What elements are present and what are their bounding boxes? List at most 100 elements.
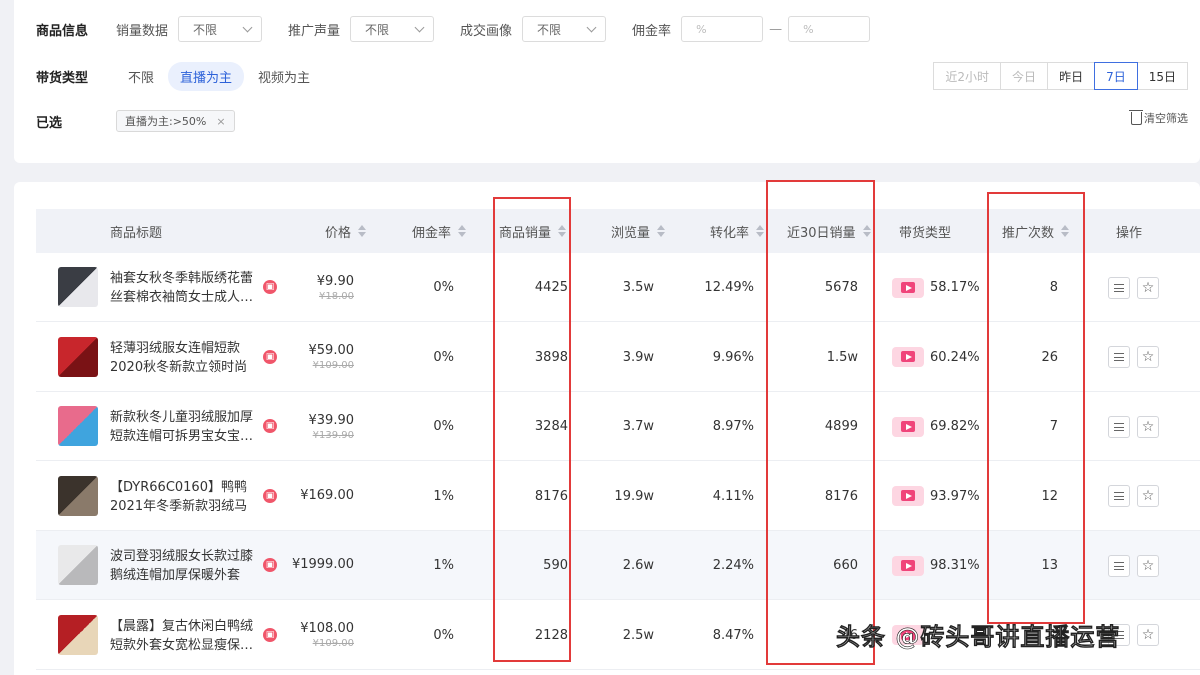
favorite-button[interactable]: ☆ <box>1137 554 1159 577</box>
product-title[interactable]: 轻薄羽绒服女连帽短款2020秋冬新款立领时尚韩… <box>110 339 256 377</box>
actions-cell: ☆ <box>1108 392 1178 461</box>
promo-count-cell: 26 <box>1041 349 1058 365</box>
commission-max-input[interactable]: % <box>788 16 871 42</box>
table-row[interactable]: 【DYR66C0160】鸭鸭2021年冬季新款羽绒马甲… ▣ ¥169.00 1… <box>36 462 1200 531</box>
sales-30d-cell: 8176 <box>824 488 858 504</box>
table-row[interactable]: 轻薄羽绒服女连帽短款2020秋冬新款立领时尚韩… ▣ ¥59.00 ¥109.0… <box>36 323 1200 392</box>
close-icon[interactable]: × <box>216 115 225 128</box>
conversion-cell: 2.24% <box>712 558 754 573</box>
commission-min-input[interactable]: % <box>681 16 764 42</box>
store-icon[interactable]: ▣ <box>263 627 277 642</box>
persona-filter-select[interactable]: 不限 <box>522 16 607 42</box>
time-option-2h[interactable]: 近2小时 <box>933 62 1002 90</box>
product-title[interactable]: 波司登羽绒服女长款过膝鹅绒连帽加厚保暖外套 <box>110 547 256 585</box>
product-thumbnail[interactable] <box>58 475 98 516</box>
delivery-option-video[interactable]: 视频为主 <box>246 62 322 91</box>
sales-cell: 3898 <box>534 349 568 365</box>
live-stream-icon <box>892 347 924 367</box>
promo-count-cell: 12 <box>1041 488 1058 504</box>
product-title[interactable]: 【晨露】复古休闲白鸭绒短款外套女宽松显瘦保… <box>110 617 256 655</box>
favorite-button[interactable]: ☆ <box>1137 485 1159 507</box>
favorite-button[interactable]: ☆ <box>1137 624 1159 646</box>
price-cell: ¥9.90 ¥18.00 <box>286 253 354 322</box>
time-option-7d[interactable]: 7日 <box>1094 62 1138 90</box>
header-promo-count[interactable]: 推广次数 <box>1002 209 1070 253</box>
product-title[interactable]: 【DYR66C0160】鸭鸭2021年冬季新款羽绒马甲… <box>110 478 256 516</box>
delivery-type-label: 带货类型 <box>36 70 89 86</box>
conversion-cell: 12.49% <box>704 280 754 295</box>
commission-filter-label: 佣金率 <box>632 23 672 39</box>
star-icon: ☆ <box>1141 557 1155 574</box>
star-icon: ☆ <box>1141 349 1155 365</box>
delivery-option-any[interactable]: 不限 <box>116 62 166 91</box>
sort-icon <box>458 225 467 237</box>
product-thumbnail[interactable] <box>58 406 98 446</box>
favorite-button[interactable]: ☆ <box>1137 276 1159 299</box>
product-thumbnail[interactable] <box>58 336 98 377</box>
store-icon[interactable]: ▣ <box>263 349 277 364</box>
sort-icon <box>558 225 567 237</box>
delivery-option-live[interactable]: 直播为主 <box>168 61 245 91</box>
persona-filter-label: 成交画像 <box>460 23 513 39</box>
promo-filter-label: 推广声量 <box>288 23 341 39</box>
live-ratio: 93.97% <box>930 488 980 504</box>
sales-filter-select[interactable]: 不限 <box>178 16 263 42</box>
table-row[interactable]: 波司登羽绒服女长款过膝鹅绒连帽加厚保暖外套 ▣ ¥1999.00 1% 590 … <box>36 531 1200 600</box>
store-icon[interactable]: ▣ <box>263 558 277 572</box>
store-icon[interactable]: ▣ <box>263 280 277 294</box>
sales-filter-value: 不限 <box>193 22 218 37</box>
time-option-15d[interactable]: 15日 <box>1136 62 1188 90</box>
price-cell: ¥39.90 ¥139.90 <box>286 392 355 461</box>
sort-icon <box>1061 225 1070 237</box>
commission-cell: 0% <box>433 419 454 434</box>
price: ¥1999.00 <box>291 557 354 572</box>
price: ¥9.90 <box>316 273 354 289</box>
header-promo-count-label: 推广次数 <box>1002 225 1055 241</box>
selected-filters-row: 已选 直播为主:>50% × <box>36 108 235 134</box>
detail-list-button[interactable] <box>1108 415 1130 438</box>
product-thumbnail[interactable] <box>58 614 98 655</box>
header-delivery-type: 带货类型 <box>899 209 951 253</box>
selected-label: 已选 <box>36 115 63 131</box>
original-price: ¥18.00 <box>319 290 354 302</box>
product-thumbnail[interactable] <box>58 267 98 307</box>
time-option-yesterday[interactable]: 昨日 <box>1047 62 1096 90</box>
detail-list-button[interactable] <box>1108 276 1130 299</box>
commission-cell: 1% <box>433 488 454 504</box>
product-title[interactable]: 袖套女秋冬季韩版绣花蕾丝套棉衣袖筒女士成人… <box>110 269 256 307</box>
product-title[interactable]: 新款秋冬儿童羽绒服加厚短款连帽可拆男宝女宝… <box>110 408 256 446</box>
live-stream-icon <box>892 486 924 506</box>
header-title: 商品标题 <box>110 209 162 253</box>
detail-list-button[interactable] <box>1108 485 1130 507</box>
views-cell: 2.5w <box>622 627 654 643</box>
product-thumbnail[interactable] <box>58 545 98 585</box>
clear-filters-button[interactable]: 清空筛选 <box>1129 109 1188 126</box>
promo-filter-select[interactable]: 不限 <box>350 16 435 42</box>
table-row[interactable]: 袖套女秋冬季韩版绣花蕾丝套棉衣袖筒女士成人… ▣ ¥9.90 ¥18.00 0%… <box>36 253 1200 322</box>
header-price[interactable]: 价格 <box>325 209 367 253</box>
price: ¥59.00 <box>308 343 355 358</box>
sales-30d-cell: 4899 <box>824 419 858 434</box>
header-sales[interactable]: 商品销量 <box>499 209 567 253</box>
views-cell: 3.9w <box>622 349 654 365</box>
header-views[interactable]: 浏览量 <box>611 209 666 253</box>
live-ratio: 98.31% <box>930 558 980 573</box>
store-icon[interactable]: ▣ <box>263 419 277 433</box>
header-sales-30d[interactable]: 近30日销量 <box>787 209 871 253</box>
header-conversion[interactable]: 转化率 <box>710 209 765 253</box>
time-option-today[interactable]: 今日 <box>1000 62 1049 90</box>
selected-filter-chip[interactable]: 直播为主:>50% × <box>116 110 235 132</box>
commission-cell: 1% <box>433 558 454 573</box>
list-icon <box>1114 353 1124 361</box>
delivery-type-cell: 69.82% <box>892 392 1002 461</box>
header-commission[interactable]: 佣金率 <box>412 209 467 253</box>
detail-list-button[interactable] <box>1108 346 1130 368</box>
price-cell: ¥59.00 ¥109.00 <box>286 323 355 392</box>
table-row[interactable]: 新款秋冬儿童羽绒服加厚短款连帽可拆男宝女宝… ▣ ¥39.90 ¥139.90 … <box>36 392 1200 461</box>
favorite-button[interactable]: ☆ <box>1137 346 1159 368</box>
delivery-type-cell: 98.31% <box>892 531 1002 600</box>
detail-list-button[interactable] <box>1108 554 1130 577</box>
store-icon[interactable]: ▣ <box>263 488 277 503</box>
price: ¥169.00 <box>300 487 354 503</box>
favorite-button[interactable]: ☆ <box>1137 415 1159 438</box>
